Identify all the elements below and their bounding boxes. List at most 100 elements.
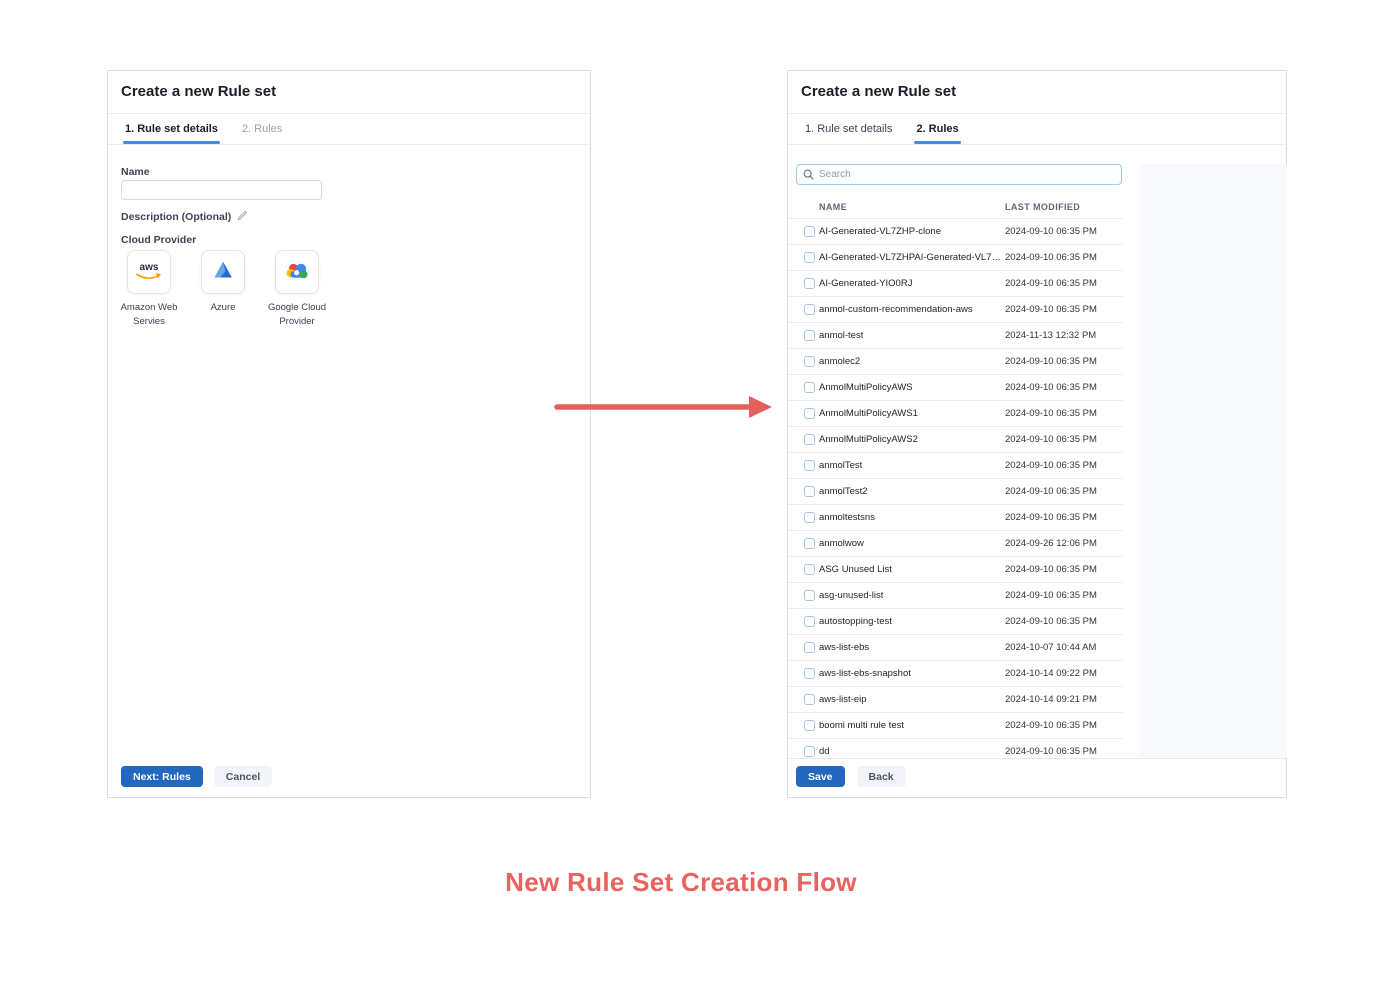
table-row-dd[interactable]: dd 2024-09-10 06:35 PM <box>788 739 1123 758</box>
table-row-ai-generated-vl7zhpai-generated-vl7zhpai-g[interactable]: AI-Generated-VL7ZHPAI-Generated-VL7ZHPAI… <box>788 245 1123 271</box>
row-checkbox[interactable] <box>804 720 815 731</box>
row-last-modified: 2024-09-10 06:35 PM <box>1005 479 1097 505</box>
row-checkbox[interactable] <box>804 278 815 289</box>
row-checkbox[interactable] <box>804 538 815 549</box>
row-checkbox[interactable] <box>804 408 815 419</box>
row-name: AI-Generated-VL7ZHP-clone <box>819 219 941 245</box>
row-checkbox[interactable] <box>804 668 815 679</box>
table-row-anmoltest2[interactable]: anmolTest2 2024-09-10 06:35 PM <box>788 479 1123 505</box>
row-checkbox[interactable] <box>804 512 815 523</box>
edit-pencil-icon[interactable] <box>237 208 248 226</box>
table-row-autostopping-test[interactable]: autostopping-test 2024-09-10 06:35 PM <box>788 609 1123 635</box>
row-checkbox[interactable] <box>804 616 815 627</box>
row-name: anmolTest2 <box>819 479 868 505</box>
tab-1-rule-set-details[interactable]: 1. Rule set details <box>803 114 894 144</box>
azure-icon <box>212 260 234 284</box>
cloud-provider-card[interactable] <box>201 250 245 294</box>
table-row-anmolmultipolicyaws1[interactable]: AnmolMultiPolicyAWS1 2024-09-10 06:35 PM <box>788 401 1123 427</box>
column-header-name: NAME <box>819 197 847 217</box>
search-box[interactable] <box>796 164 1122 185</box>
row-last-modified: 2024-09-10 06:35 PM <box>1005 713 1097 739</box>
search-input[interactable] <box>819 169 1115 180</box>
row-last-modified: 2024-10-14 09:22 PM <box>1005 661 1097 687</box>
row-checkbox[interactable] <box>804 304 815 315</box>
dialog-tabs: 1. Rule set details 2. Rules <box>803 114 1286 144</box>
row-checkbox[interactable] <box>804 434 815 445</box>
row-checkbox[interactable] <box>804 252 815 263</box>
search-icon <box>803 169 814 180</box>
rule-table: AI-Generated-VL7ZHP-clone 2024-09-10 06:… <box>788 219 1123 758</box>
row-checkbox[interactable] <box>804 382 815 393</box>
row-checkbox[interactable] <box>804 330 815 341</box>
cloud-provider-options: aws Amazon Web Servies Azure <box>112 250 334 330</box>
row-name: AnmolMultiPolicyAWS2 <box>819 427 918 453</box>
tabs-divider <box>788 144 1286 145</box>
row-last-modified: 2024-09-10 06:35 PM <box>1005 375 1097 401</box>
table-row-asg-unused-list[interactable]: ASG Unused List 2024-09-10 06:35 PM <box>788 557 1123 583</box>
row-name: autostopping-test <box>819 609 892 635</box>
row-checkbox[interactable] <box>804 226 815 237</box>
name-label: Name <box>121 166 150 178</box>
row-name: boomi multi rule test <box>819 713 904 739</box>
table-row-anmolwow[interactable]: anmolwow 2024-09-26 12:06 PM <box>788 531 1123 557</box>
table-row-aws-list-ebs-snapshot[interactable]: aws-list-ebs-snapshot 2024-10-14 09:22 P… <box>788 661 1123 687</box>
cloud-provider-option-label: Amazon Web Servies <box>112 301 186 330</box>
table-row-anmol-test[interactable]: anmol-test 2024-11-13 12:32 PM <box>788 323 1123 349</box>
table-row-aws-list-ebs[interactable]: aws-list-ebs 2024-10-07 10:44 AM <box>788 635 1123 661</box>
row-last-modified: 2024-10-07 10:44 AM <box>1005 635 1096 661</box>
gcp-icon <box>285 261 309 284</box>
cloud-provider-card[interactable]: aws <box>127 250 171 294</box>
cloud-provider-option-google-cloud-provider[interactable]: Google Cloud Provider <box>260 250 334 330</box>
table-row-boomi-multi-rule-test[interactable]: boomi multi rule test 2024-09-10 06:35 P… <box>788 713 1123 739</box>
table-row-anmolec2[interactable]: anmolec2 2024-09-10 06:35 PM <box>788 349 1123 375</box>
cloud-provider-option-label: Google Cloud Provider <box>260 301 334 330</box>
row-name: anmolwow <box>819 531 864 557</box>
row-name: aws-list-ebs-snapshot <box>819 661 911 687</box>
cancel-button[interactable]: Cancel <box>214 766 272 787</box>
save-button[interactable]: Save <box>796 766 845 787</box>
name-input[interactable] <box>121 180 322 200</box>
table-row-anmoltest[interactable]: anmolTest 2024-09-10 06:35 PM <box>788 453 1123 479</box>
tab-1-rule-set-details[interactable]: 1. Rule set details <box>123 114 220 144</box>
table-row-anmolmultipolicyaws[interactable]: AnmolMultiPolicyAWS 2024-09-10 06:35 PM <box>788 375 1123 401</box>
table-row-asg-unused-list[interactable]: asg-unused-list 2024-09-10 06:35 PM <box>788 583 1123 609</box>
row-last-modified: 2024-09-10 06:35 PM <box>1005 245 1097 271</box>
row-last-modified: 2024-09-10 06:35 PM <box>1005 453 1097 479</box>
dialog-title: Create a new Rule set <box>121 71 276 113</box>
row-last-modified: 2024-11-13 12:32 PM <box>1005 323 1096 349</box>
dialog-title: Create a new Rule set <box>801 71 956 113</box>
row-checkbox[interactable] <box>804 486 815 497</box>
table-row-aws-list-eip[interactable]: aws-list-eip 2024-10-14 09:21 PM <box>788 687 1123 713</box>
row-checkbox[interactable] <box>804 460 815 471</box>
cloud-provider-card[interactable] <box>275 250 319 294</box>
back-button[interactable]: Back <box>857 766 906 787</box>
row-checkbox[interactable] <box>804 642 815 653</box>
table-row-ai-generated-vl7zhp-clone[interactable]: AI-Generated-VL7ZHP-clone 2024-09-10 06:… <box>788 219 1123 245</box>
cloud-provider-option-azure[interactable]: Azure <box>186 250 260 330</box>
row-checkbox[interactable] <box>804 694 815 705</box>
row-last-modified: 2024-09-10 06:35 PM <box>1005 349 1097 375</box>
row-checkbox[interactable] <box>804 746 815 757</box>
cloud-provider-option-amazon-web-servies[interactable]: aws Amazon Web Servies <box>112 250 186 330</box>
table-row-anmoltestsns[interactable]: anmoltestsns 2024-09-10 06:35 PM <box>788 505 1123 531</box>
table-row-anmol-custom-recommendation-aws[interactable]: anmol-custom-recommendation-aws 2024-09-… <box>788 297 1123 323</box>
row-name: aws-list-ebs <box>819 635 869 661</box>
table-row-ai-generated-yio0rj[interactable]: AI-Generated-YIO0RJ 2024-09-10 06:35 PM <box>788 271 1123 297</box>
row-last-modified: 2024-09-10 06:35 PM <box>1005 609 1097 635</box>
tab-2-rules[interactable]: 2. Rules <box>914 114 960 144</box>
row-checkbox[interactable] <box>804 564 815 575</box>
row-last-modified: 2024-09-10 06:35 PM <box>1005 583 1097 609</box>
row-checkbox[interactable] <box>804 590 815 601</box>
row-name: aws-list-eip <box>819 687 867 713</box>
row-last-modified: 2024-09-10 06:35 PM <box>1005 427 1097 453</box>
column-header-last-modified: LAST MODIFIED <box>1005 197 1080 217</box>
row-name: AI-Generated-YIO0RJ <box>819 271 912 297</box>
next-rules-button[interactable]: Next: Rules <box>121 766 203 787</box>
table-row-anmolmultipolicyaws2[interactable]: AnmolMultiPolicyAWS2 2024-09-10 06:35 PM <box>788 427 1123 453</box>
dialog-footer: Next: Rules Cancel <box>121 766 272 787</box>
row-last-modified: 2024-09-10 06:35 PM <box>1005 297 1097 323</box>
flow-arrow-right-icon <box>551 393 777 421</box>
tab-2-rules[interactable]: 2. Rules <box>240 114 284 144</box>
row-name: ASG Unused List <box>819 557 892 583</box>
row-checkbox[interactable] <box>804 356 815 367</box>
